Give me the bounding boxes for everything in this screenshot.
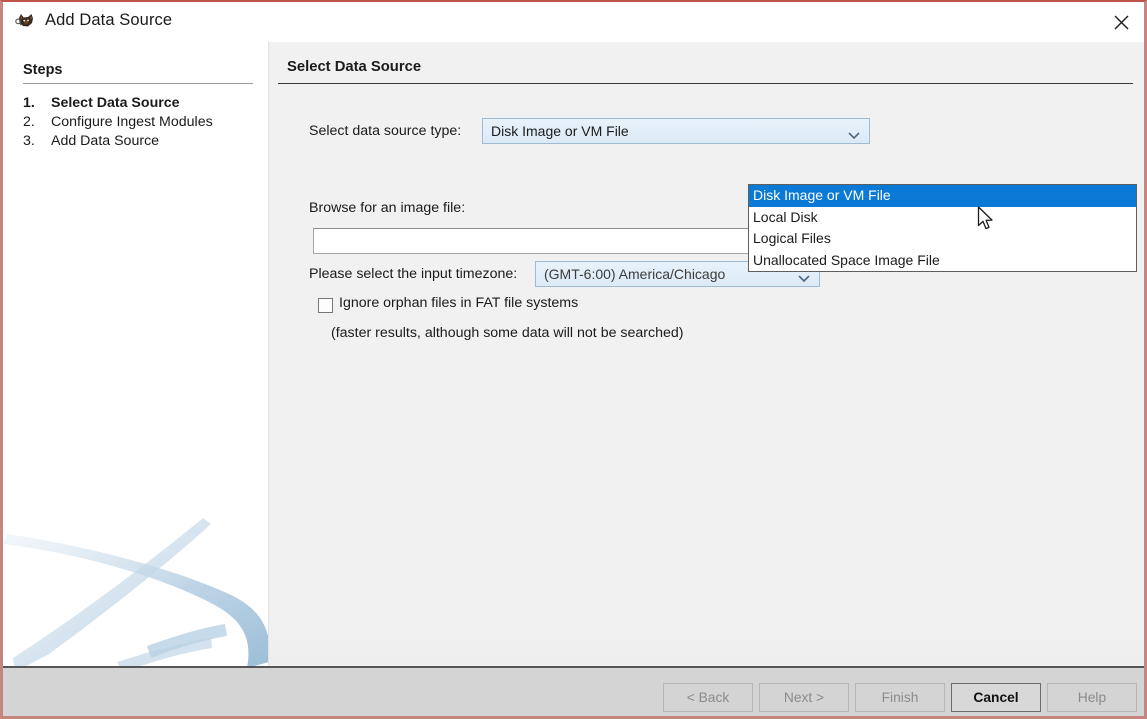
data-source-type-dropdown-list[interactable]: Disk Image or VM File Local Disk Logical… [748, 184, 1137, 272]
step-label: Configure Ingest Modules [51, 114, 213, 130]
close-icon[interactable] [1098, 2, 1144, 42]
step-item-select-data-source: 1. Select Data Source [23, 95, 180, 111]
autopsy-wolf-icon [15, 11, 37, 33]
step-label: Select Data Source [51, 95, 180, 111]
step-number: 3. [23, 133, 35, 149]
ignore-orphan-files-checkbox[interactable] [318, 298, 333, 313]
steps-heading: Steps [23, 62, 63, 78]
next-button[interactable]: Next > [759, 683, 849, 712]
ignore-orphan-files-label: Ignore orphan files in FAT file systems [339, 295, 579, 311]
step-number: 1. [23, 95, 35, 111]
dropdown-option-local-disk[interactable]: Local Disk [749, 207, 1136, 229]
timezone-label: Please select the input timezone: [309, 266, 518, 282]
step-item-add-data-source: 3. Add Data Source [23, 133, 159, 149]
main-panel: Select Data Source Select data source ty… [268, 42, 1144, 666]
steps-divider [23, 83, 253, 84]
step-label: Add Data Source [51, 133, 160, 149]
ignore-orphan-files-note: (faster results, although some data will… [331, 325, 684, 341]
decorative-swoosh-graphic [3, 518, 268, 666]
add-data-source-dialog: Add Data Source Steps 1. Select Data Sour… [0, 0, 1147, 719]
data-source-type-value: Disk Image or VM File [491, 123, 629, 139]
wizard-button-bar: < Back Next > Finish Cancel Help [3, 668, 1144, 716]
finish-button[interactable]: Finish [855, 683, 945, 712]
data-source-type-combobox[interactable]: Disk Image or VM File [482, 118, 870, 144]
help-button[interactable]: Help [1047, 683, 1137, 712]
back-button[interactable]: < Back [663, 683, 753, 712]
dropdown-option-logical-files[interactable]: Logical Files [749, 228, 1136, 250]
timezone-value: (GMT-6:00) America/Chicago [544, 266, 726, 282]
chevron-down-icon [798, 270, 810, 288]
chevron-down-icon [848, 127, 860, 145]
browse-file-label: Browse for an image file: [309, 200, 466, 216]
page-title: Select Data Source [287, 59, 422, 75]
window-title: Add Data Source [45, 11, 173, 29]
page-title-divider [278, 83, 1133, 84]
dropdown-option-disk-image-or-vm-file[interactable]: Disk Image or VM File [749, 185, 1136, 207]
step-number: 2. [23, 114, 35, 130]
steps-panel: Steps 1. Select Data Source 2. Configure I… [3, 42, 268, 666]
step-item-configure-ingest-modules: 2. Configure Ingest Modules [23, 114, 213, 130]
cancel-button[interactable]: Cancel [951, 683, 1041, 712]
data-source-type-label: Select data source type: [309, 123, 462, 139]
dropdown-option-unallocated-space-image-file[interactable]: Unallocated Space Image File [749, 250, 1136, 272]
title-bar: Add Data Source [3, 2, 1144, 42]
